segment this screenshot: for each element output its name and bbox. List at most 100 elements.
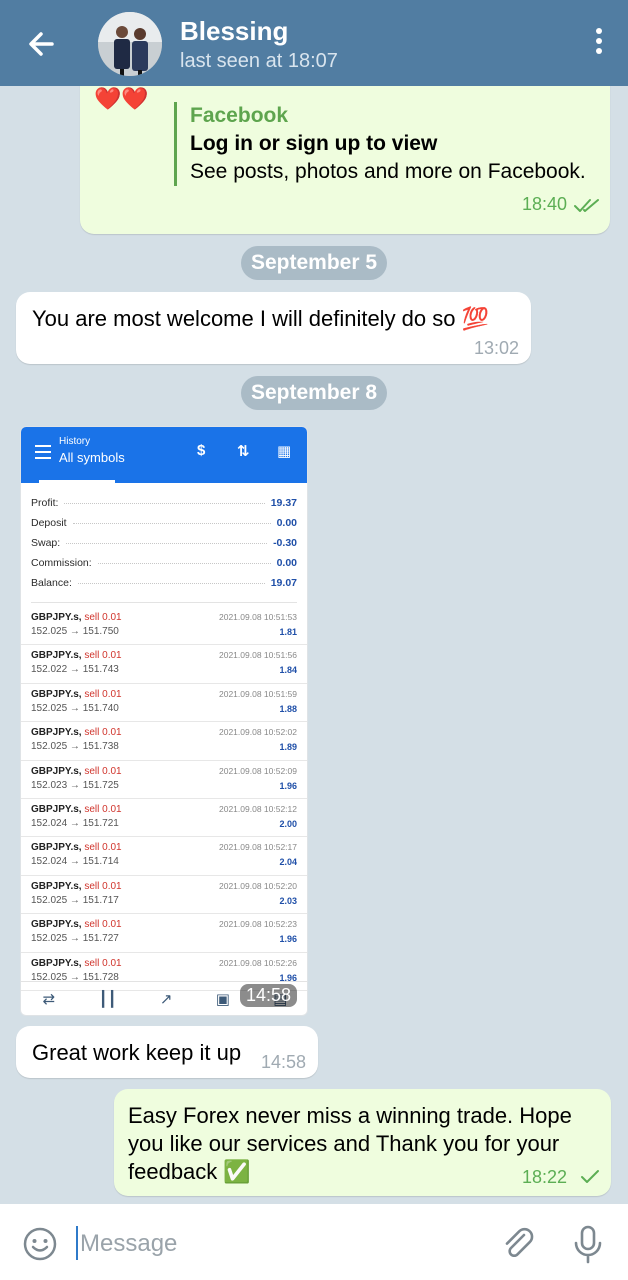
- shot-title: All symbols: [59, 450, 125, 465]
- menu-icon: [35, 445, 51, 463]
- trade-time: 2021.09.08 10:51:56: [219, 650, 297, 661]
- trade-prices: 152.025 → 151.717: [31, 894, 119, 906]
- image-time: 14:58: [239, 984, 297, 1007]
- summary-label: Swap:: [31, 537, 61, 549]
- summary-label: Profit:: [31, 497, 59, 509]
- trade-profit: 1.89: [279, 742, 297, 753]
- dotted-leader: [72, 522, 271, 524]
- trade-prices: 152.025 → 151.750: [31, 626, 119, 637]
- contact-status: last seen at 18:07: [180, 50, 338, 72]
- contact-name[interactable]: Blessing: [180, 16, 288, 47]
- trade-prices: 152.025 → 151.738: [31, 741, 119, 753]
- trade-side: sell 0.01: [84, 727, 122, 739]
- divider: [31, 593, 297, 603]
- dotted-leader: [97, 562, 271, 564]
- trade-symbol: GBPJPY.s, sell 0.01: [31, 842, 122, 854]
- trade-prices: 152.025 → 151.740: [31, 702, 119, 714]
- trade-row: GBPJPY.s, sell 0.01 152.024 → 151.721 2021…: [21, 799, 307, 838]
- trade-symbol: GBPJPY.s, sell 0.01: [31, 880, 122, 892]
- preview-title: Log in or sign up to view: [190, 132, 438, 155]
- message-time: 18:22: [522, 1167, 568, 1187]
- message-incoming[interactable]: You are most welcome I will definitely d…: [16, 292, 531, 364]
- trade-row: GBPJPY.s, sell 0.01 152.025 → 151.740 2021…: [21, 684, 307, 723]
- emoji-icon[interactable]: [22, 1226, 58, 1262]
- summary-block: Profit: 19.37 Deposit 0.00 Swap: -0.30 Commiss…: [21, 483, 307, 607]
- sort-icon: ⇅: [237, 443, 250, 460]
- message-input[interactable]: [80, 1226, 460, 1262]
- trade-side: sell 0.01: [84, 650, 122, 662]
- mic-icon[interactable]: [572, 1224, 604, 1264]
- trade-row: GBPJPY.s, sell 0.01 152.025 → 151.717 2021…: [21, 876, 307, 915]
- summary-row: Profit: 19.37: [31, 493, 297, 513]
- trade-profit: 1.96: [279, 934, 297, 945]
- trade-side: sell 0.01: [84, 688, 122, 700]
- trade-row: GBPJPY.s, sell 0.01 152.025 → 151.727 2021…: [21, 914, 307, 953]
- message-text: You are most welcome I will definitely d…: [32, 306, 490, 331]
- dotted-leader: [77, 582, 265, 584]
- more-vert-icon[interactable]: [594, 28, 604, 58]
- summary-value: 19.07: [270, 577, 297, 589]
- trade-side: sell 0.01: [84, 612, 122, 623]
- trade-time: 2021.09.08 10:52:26: [219, 957, 297, 968]
- trade-symbol: GBPJPY.s, sell 0.01: [31, 803, 122, 815]
- single-check-icon: [581, 1170, 599, 1183]
- chart-icon: ↗: [159, 990, 173, 1008]
- image-message[interactable]: History All symbols $ ⇅ ▦ Profit: 19.37 De…: [20, 426, 308, 1016]
- trade-symbol: GBPJPY.s, sell 0.01: [31, 650, 122, 662]
- link-preview[interactable]: Facebook Log in or sign up to view See p…: [174, 102, 586, 186]
- trade-time: 2021.09.08 10:52:23: [219, 919, 297, 930]
- trade-prices: 152.025 → 151.727: [31, 933, 119, 945]
- trade-side: sell 0.01: [84, 803, 122, 815]
- message-time: 14:58: [261, 1052, 307, 1072]
- summary-value: 0.00: [276, 557, 297, 569]
- summary-label: Balance:: [31, 577, 72, 589]
- trade-profit: 1.84: [279, 665, 297, 676]
- shot-toolbar: History All symbols $ ⇅ ▦: [21, 427, 307, 483]
- trade-row: GBPJPY.s, sell 0.01 152.025 → 151.750 2021…: [21, 607, 307, 646]
- trade-side: sell 0.01: [84, 765, 122, 777]
- trade-time: 2021.09.08 10:52:17: [219, 842, 297, 853]
- trade-side: sell 0.01: [84, 880, 122, 892]
- avatar[interactable]: [98, 12, 162, 76]
- trade-row: GBPJPY.s, sell 0.01 152.025 → 151.738 2021…: [21, 722, 307, 761]
- date-separator: September 5: [241, 246, 387, 280]
- trade-profit: 2.00: [279, 818, 297, 829]
- trade-time: 2021.09.08 10:51:59: [219, 688, 297, 699]
- preview-site: Facebook: [190, 104, 289, 127]
- summary-value: 19.37: [270, 497, 297, 509]
- tab-indicator: [39, 480, 115, 483]
- trade-symbol: GBPJPY.s, sell 0.01: [31, 919, 122, 931]
- preview-description: See posts, photos and more on Facebook.: [190, 160, 586, 183]
- composer: [0, 1204, 628, 1280]
- message-list[interactable]: ❤️❤️ Facebook Log in or sign up to view …: [0, 86, 628, 1204]
- message-outgoing[interactable]: Easy Forex never miss a winning trade. H…: [114, 1089, 611, 1196]
- trade-symbol: GBPJPY.s, sell 0.01: [31, 727, 122, 739]
- message-time: 13:02: [473, 338, 519, 358]
- trade-time: 2021.09.08 10:52:09: [219, 765, 297, 776]
- trade-row: GBPJPY.s, sell 0.01 152.022 → 151.743 2021…: [21, 645, 307, 684]
- trade-row: GBPJPY.s, sell 0.01 152.024 → 151.714 2021…: [21, 837, 307, 876]
- history-icon: ▣: [215, 990, 230, 1008]
- message-incoming[interactable]: Great work keep it up 14:58: [16, 1026, 318, 1078]
- back-arrow-icon[interactable]: [22, 24, 62, 64]
- trade-symbol: GBPJPY.s, sell 0.01: [31, 688, 122, 700]
- trade-list: GBPJPY.s, sell 0.01 152.025 → 151.750 2021…: [21, 607, 307, 991]
- summary-row: Commission: 0.00: [31, 553, 297, 573]
- summary-value: -0.30: [273, 537, 297, 549]
- summary-row: Balance: 19.07: [31, 573, 297, 593]
- double-check-icon: [574, 199, 599, 212]
- calendar-icon: ▦: [277, 443, 292, 460]
- trade-symbol: GBPJPY.s, sell 0.01: [31, 957, 122, 969]
- message-text: Great work keep it up: [32, 1040, 242, 1065]
- dotted-leader: [66, 542, 268, 544]
- attach-icon[interactable]: [500, 1226, 536, 1262]
- summary-label: Commission:: [31, 557, 92, 569]
- dotted-leader: [64, 502, 265, 504]
- text-caret: [76, 1226, 78, 1260]
- date-separator: September 8: [241, 376, 387, 410]
- trade-prices: 152.024 → 151.721: [31, 817, 119, 829]
- trade-profit: 1.88: [279, 703, 297, 714]
- trade-profit: 1.96: [279, 780, 297, 791]
- message-outgoing-link[interactable]: ❤️❤️ Facebook Log in or sign up to view …: [80, 86, 610, 234]
- candles-icon: ┃┃: [98, 990, 117, 1008]
